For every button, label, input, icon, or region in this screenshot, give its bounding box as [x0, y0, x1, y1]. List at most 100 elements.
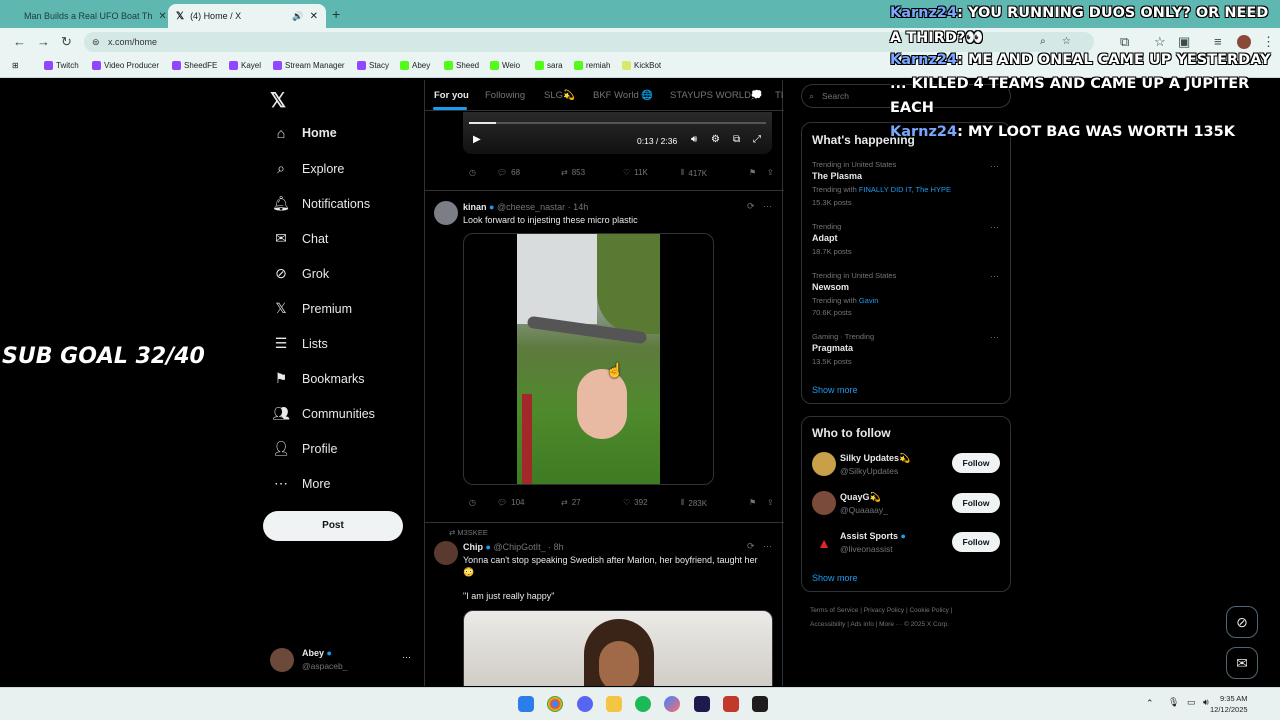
sidebar-item-grok[interactable]: ⊘ Grok [272, 265, 329, 282]
account-switcher[interactable]: Abey ● @aspaceb_ ··· [270, 646, 420, 678]
mic-icon[interactable]: 🎙︎ [1168, 697, 1179, 708]
settings-icon[interactable]: ⚙ [711, 134, 720, 145]
like-button[interactable]: ♡ 11K [623, 168, 648, 177]
more-icon[interactable]: ··· [990, 332, 999, 342]
play-icon[interactable]: ▶ [473, 134, 481, 145]
tab-slg[interactable]: SLG💫 [544, 90, 575, 101]
bookmark-twitch[interactable]: Twitch [44, 61, 79, 70]
taskbar-clock[interactable]: 9:35 AM 12/12/2025 [1210, 693, 1248, 715]
avatar[interactable]: ▲ [812, 531, 836, 555]
bookmark-sara[interactable]: sara [535, 61, 563, 70]
bookmark-remiah[interactable]: remiah [574, 61, 610, 70]
grok-icon[interactable]: ⟳ [747, 201, 755, 212]
post-video[interactable] [463, 233, 714, 485]
fullscreen-icon[interactable]: ⤢ [753, 134, 761, 145]
post-author[interactable]: Chip ● @ChipGotIt_ · 8h [463, 542, 564, 552]
tab-bkf-world[interactable]: BKF World 🌐 [593, 90, 653, 101]
site-info-icon[interactable]: ⊜ [92, 32, 100, 52]
share-icon[interactable]: ⇪ [767, 498, 774, 507]
apps-icon[interactable]: ⊞ [12, 61, 19, 70]
sidebar-item-premium[interactable]: 𝕏 Premium [272, 300, 352, 317]
split-view-icon[interactable]: ▣ [1178, 35, 1190, 49]
menu-icon[interactable]: ⋮ [1262, 35, 1275, 49]
close-icon[interactable]: ✕ [310, 11, 318, 22]
bookmarks-icon[interactable]: ☆ [1154, 35, 1166, 49]
sidebar-item-profile[interactable]: 👤︎ Profile [272, 440, 337, 457]
network-icon[interactable]: ▭ [1187, 697, 1196, 708]
reload-icon[interactable]: ↻ [61, 35, 72, 49]
bookmark-kickbot[interactable]: KickBot [622, 61, 661, 70]
views-button[interactable]: ⫴ 417K [681, 168, 707, 178]
more-icon[interactable]: ··· [763, 201, 772, 211]
pip-icon[interactable]: ⧉ [733, 134, 740, 145]
bookmark-weio[interactable]: Weio [490, 61, 520, 70]
browser-tab-x[interactable]: 𝕏 (4) Home / X 🔊 ✕ [168, 4, 326, 28]
sidebar-item-home[interactable]: ⌂ Home [272, 125, 337, 141]
volume-icon[interactable]: 🔊︎ [691, 134, 697, 145]
copilot-icon[interactable] [664, 696, 680, 712]
x-logo-icon[interactable]: 𝕏 [270, 88, 286, 113]
follow-button[interactable]: Follow [952, 532, 1000, 552]
grok-icon[interactable]: ⟳ [747, 541, 755, 552]
post-button[interactable]: Post [263, 511, 403, 541]
bookmark-kayel[interactable]: Kayel [229, 61, 261, 70]
sidebar-item-more[interactable]: ⋯ More [272, 475, 330, 492]
new-tab-button[interactable]: + [332, 6, 340, 22]
trend-item[interactable]: Pragmata [812, 343, 853, 353]
more-icon[interactable]: ··· [990, 161, 999, 171]
reply-button[interactable]: 💬︎ 68 [497, 168, 520, 177]
bookmark-icon[interactable]: ⚑ [749, 498, 756, 507]
more-icon[interactable]: ··· [763, 541, 772, 551]
footer-links[interactable]: Terms of Service | Privacy Policy | Cook… [810, 607, 952, 614]
browser-tab-youtube[interactable]: Man Builds a Real UFO Boat Th ✕ [10, 4, 168, 28]
sidebar-item-chat[interactable]: ✉ Chat [272, 230, 328, 247]
bookmark-abey[interactable]: Abey [400, 61, 430, 70]
back-icon[interactable]: ← [13, 35, 26, 49]
mail-icon[interactable]: ✉ [1226, 647, 1258, 679]
zoom-icon[interactable]: ⌕ [1040, 32, 1046, 52]
repost-button[interactable]: ⇄ 853 [561, 168, 585, 177]
more-icon[interactable]: ··· [990, 222, 999, 232]
like-button[interactable]: ♡ 392 [623, 498, 648, 507]
spotify-icon[interactable] [635, 696, 651, 712]
follow-button[interactable]: Follow [952, 493, 1000, 513]
avatar[interactable] [434, 541, 458, 565]
post-author[interactable]: kinan ● @cheese_nastar · 14h [463, 202, 588, 212]
trend-item[interactable]: The Plasma [812, 171, 862, 181]
show-more-link[interactable]: Show more [812, 573, 858, 583]
views-circle-icon[interactable]: ◷ [469, 498, 476, 507]
speaker-icon[interactable]: 🔊 [292, 11, 303, 22]
sidebar-item-bookmarks[interactable]: ⚑ Bookmarks [272, 370, 365, 387]
bookmark-sheed[interactable]: Sheed [444, 61, 479, 70]
extensions-icon[interactable]: ⧉ [1120, 35, 1129, 49]
sidebar-item-lists[interactable]: ☰ Lists [272, 335, 328, 352]
bookmark-stacy[interactable]: Stacy [357, 61, 389, 70]
trend-item[interactable]: Newsom [812, 282, 849, 292]
tab-following[interactable]: Following [485, 90, 525, 101]
file-explorer-icon[interactable] [606, 696, 622, 712]
sidebar-item-communities[interactable]: 👥︎ Communities [272, 405, 375, 422]
repost-button[interactable]: ⇄ 27 [561, 498, 581, 507]
avatar[interactable] [434, 201, 458, 225]
views-button[interactable]: ⫴ 283K [681, 498, 707, 508]
chrome-icon[interactable] [547, 696, 563, 712]
show-more-link[interactable]: Show more [812, 385, 858, 395]
close-icon[interactable]: ✕ [158, 11, 166, 22]
post-video[interactable] [463, 610, 773, 686]
tab-stayups-world[interactable]: STAYUPS WORLD💭 [670, 90, 763, 101]
downloads-icon[interactable]: ≡ [1214, 35, 1222, 49]
windows-start-icon[interactable] [518, 696, 534, 712]
profile-avatar[interactable] [1237, 35, 1251, 49]
footer-links[interactable]: Accessibility | Ads info | More ··· © 20… [810, 621, 949, 628]
tab-for-you[interactable]: For you [434, 90, 469, 101]
sidebar-item-notifications[interactable]: 🔔︎ Notifications [272, 195, 370, 212]
social-context[interactable]: ⇄ M3SKEE [449, 528, 488, 537]
volume-icon[interactable]: 🔊︎ [1203, 697, 1209, 708]
bookmark-sheedfe[interactable]: SheedFE [172, 61, 217, 70]
video-progress-bar[interactable] [469, 122, 766, 124]
views-circle-icon[interactable]: ◷ [469, 168, 476, 177]
bookmark-icon[interactable]: ⚑ [749, 168, 756, 177]
tab-more[interactable]: TI [775, 90, 783, 101]
share-icon[interactable]: ⇪ [767, 168, 774, 177]
sidebar-item-explore[interactable]: ⌕ Explore [272, 160, 344, 177]
